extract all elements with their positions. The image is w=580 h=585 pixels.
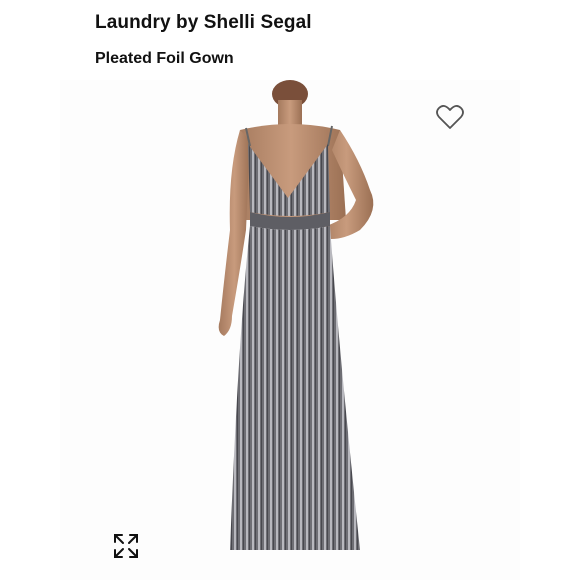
expand-icon[interactable] [112,532,140,560]
brand-name[interactable]: Laundry by Shelli Segal [95,12,312,34]
product-title: Pleated Foil Gown [95,50,234,67]
product-page: Laundry by Shelli Segal Pleated Foil Gow… [0,0,580,580]
model-neck [278,100,302,128]
gown-skirt [230,226,360,550]
heart-icon[interactable] [436,104,464,130]
product-image[interactable] [60,80,520,580]
gown-illustration [218,80,374,550]
